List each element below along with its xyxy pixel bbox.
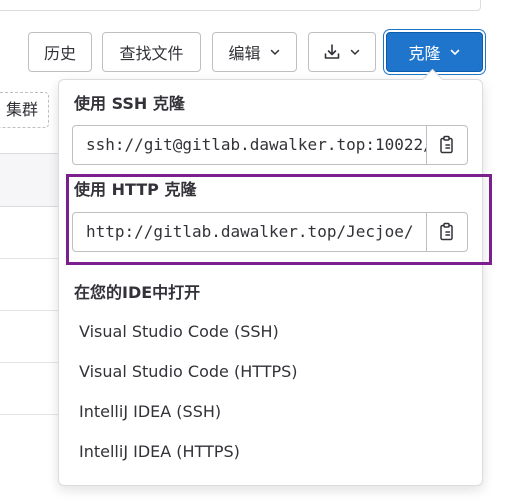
http-section-highlight <box>66 174 492 265</box>
find-file-button-label: 查找文件 <box>119 44 184 63</box>
clone-dropdown-button[interactable]: 克隆 <box>386 32 483 72</box>
edit-button-label: 编辑 <box>228 44 261 63</box>
download-icon <box>324 44 340 59</box>
open-in-ide-title: 在您的IDE中打开 <box>74 283 201 302</box>
ssh-url-field[interactable]: ssh://git@gitlab.dawalker.top:10022/Jecj… <box>72 125 468 165</box>
table-row-divider <box>0 362 60 363</box>
table-row-divider <box>0 310 60 311</box>
history-button-label: 历史 <box>43 44 76 63</box>
history-button[interactable]: 历史 <box>28 32 92 72</box>
open-vscode-ssh-item[interactable]: Visual Studio Code (SSH) <box>79 322 279 341</box>
clone-button-label: 克隆 <box>408 44 441 63</box>
edit-dropdown-button[interactable]: 编辑 <box>212 32 297 72</box>
download-dropdown-button[interactable] <box>308 32 376 72</box>
copy-ssh-url-button[interactable] <box>426 126 467 164</box>
ssh-clone-title: 使用 SSH 克隆 <box>74 94 185 113</box>
cluster-badge[interactable]: 集群 <box>0 92 49 128</box>
file-table-header <box>0 153 60 207</box>
chevron-down-icon <box>450 49 459 55</box>
table-row-divider <box>0 414 60 415</box>
file-table <box>0 153 60 443</box>
ssh-url-input[interactable]: ssh://git@gitlab.dawalker.top:10022/Jecj… <box>73 126 426 164</box>
find-file-button[interactable]: 查找文件 <box>102 32 201 72</box>
page-header-edge <box>0 0 481 11</box>
open-vscode-https-item[interactable]: Visual Studio Code (HTTPS) <box>79 362 298 381</box>
copy-icon <box>440 135 453 154</box>
chevron-down-icon <box>350 49 360 55</box>
open-intellij-https-item[interactable]: IntelliJ IDEA (HTTPS) <box>79 442 240 461</box>
table-row-divider <box>0 258 60 259</box>
chevron-down-icon <box>270 49 279 55</box>
open-intellij-ssh-item[interactable]: IntelliJ IDEA (SSH) <box>79 402 221 421</box>
